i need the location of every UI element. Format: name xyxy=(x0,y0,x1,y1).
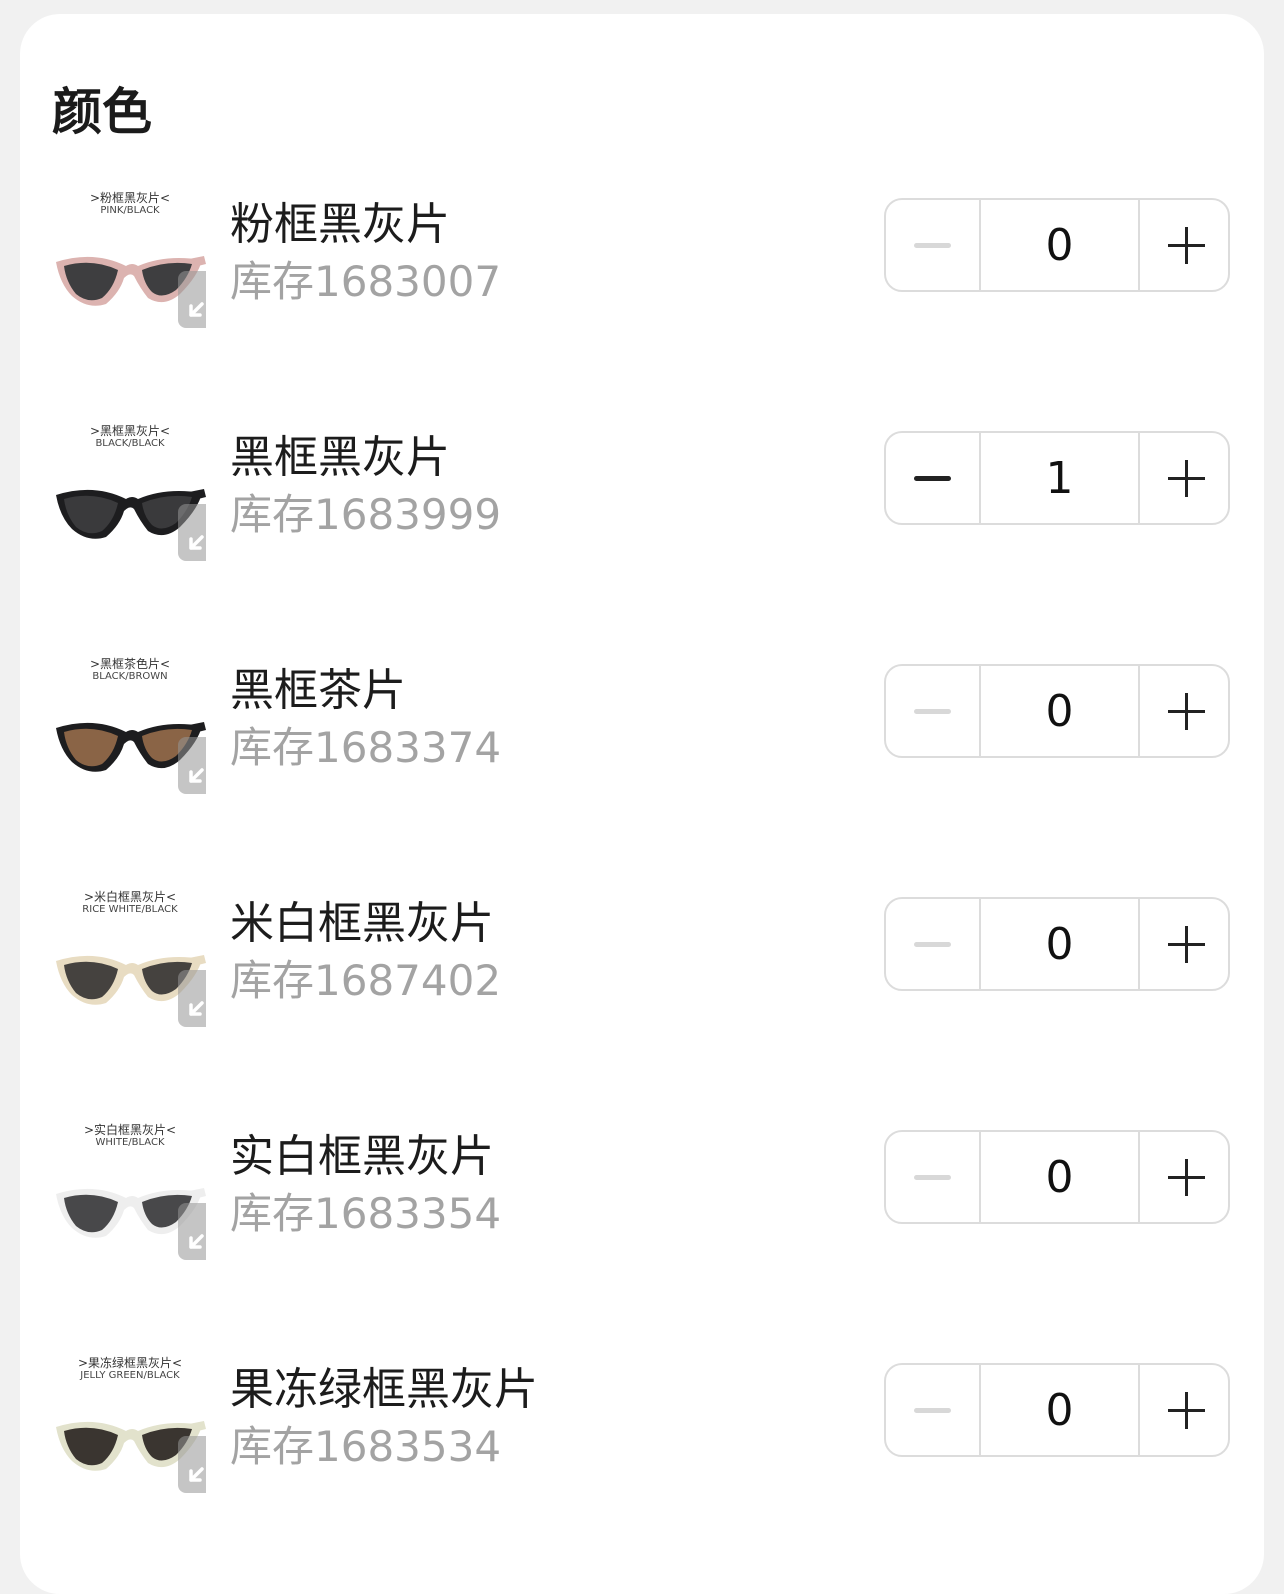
quantity-value[interactable]: 0 xyxy=(981,666,1138,756)
color-option-row: >米白框黑灰片< RICE WHITE/BLACK 米白框黑灰片 库存16874… xyxy=(20,885,1264,1045)
color-name: 黑框黑灰片 xyxy=(230,432,450,483)
increase-button[interactable] xyxy=(1138,666,1228,756)
quantity-stepper: 0 xyxy=(884,897,1230,991)
minus-icon xyxy=(914,709,951,714)
quantity-value[interactable]: 0 xyxy=(981,1132,1138,1222)
section-title: 颜色 xyxy=(52,83,152,141)
minus-icon xyxy=(914,1408,951,1413)
quantity-value[interactable]: 1 xyxy=(981,433,1138,523)
color-option-row: >实白框黑灰片< WHITE/BLACK 实白框黑灰片 库存1683354 0 xyxy=(20,1118,1264,1278)
color-name: 黑框茶片 xyxy=(230,665,406,716)
product-thumbnail[interactable]: >粉框黑灰片< PINK/BLACK xyxy=(54,186,206,336)
thumbnail-label-en: BLACK/BROWN xyxy=(92,671,168,682)
thumbnail-label-cn: >粉框黑灰片< xyxy=(89,191,171,205)
increase-button[interactable] xyxy=(1138,1132,1228,1222)
stock-count: 库存1683007 xyxy=(230,257,502,306)
minus-icon xyxy=(914,942,951,947)
increase-button[interactable] xyxy=(1138,433,1228,523)
thumbnail-label-cn: >果冻绿框黑灰片< xyxy=(77,1356,183,1370)
quantity-stepper: 0 xyxy=(884,664,1230,758)
expand-icon[interactable] xyxy=(178,970,206,1027)
expand-icon[interactable] xyxy=(178,1203,206,1260)
decrease-button[interactable] xyxy=(886,899,981,989)
decrease-button[interactable] xyxy=(886,1132,981,1222)
color-selection-card: 颜色 >粉框黑灰片< PINK/BLACK 粉框黑灰片 库存1683007 0 … xyxy=(20,14,1264,1594)
decrease-button[interactable] xyxy=(886,1365,981,1455)
color-name: 果冻绿框黑灰片 xyxy=(230,1364,538,1415)
expand-icon[interactable] xyxy=(178,504,206,561)
minus-icon xyxy=(914,476,951,481)
thumbnail-label-en: WHITE/BLACK xyxy=(95,1137,165,1148)
product-thumbnail[interactable]: >黑框茶色片< BLACK/BROWN xyxy=(54,652,206,802)
thumbnail-label-cn: >实白框黑灰片< xyxy=(83,1123,177,1137)
color-option-row: >黑框茶色片< BLACK/BROWN 黑框茶片 库存1683374 0 xyxy=(20,652,1264,812)
quantity-value[interactable]: 0 xyxy=(981,1365,1138,1455)
stock-count: 库存1683354 xyxy=(230,1189,502,1238)
thumbnail-label-en: JELLY GREEN/BLACK xyxy=(80,1370,180,1381)
increase-button[interactable] xyxy=(1138,200,1228,290)
color-name: 米白框黑灰片 xyxy=(230,898,494,949)
product-thumbnail[interactable]: >米白框黑灰片< RICE WHITE/BLACK xyxy=(54,885,206,1035)
decrease-button[interactable] xyxy=(886,433,981,523)
thumbnail-label-en: RICE WHITE/BLACK xyxy=(82,904,178,915)
quantity-stepper: 1 xyxy=(884,431,1230,525)
thumbnail-label-cn: >黑框茶色片< xyxy=(89,657,171,671)
stock-count: 库存1687402 xyxy=(230,956,502,1005)
thumbnail-label-cn: >米白框黑灰片< xyxy=(83,890,177,904)
expand-icon[interactable] xyxy=(178,1436,206,1493)
quantity-stepper: 0 xyxy=(884,1363,1230,1457)
expand-icon[interactable] xyxy=(178,271,206,328)
color-option-row: >黑框黑灰片< BLACK/BLACK 黑框黑灰片 库存1683999 1 xyxy=(20,419,1264,579)
minus-icon xyxy=(914,243,951,248)
color-option-row: >粉框黑灰片< PINK/BLACK 粉框黑灰片 库存1683007 0 xyxy=(20,186,1264,346)
thumbnail-label-en: BLACK/BLACK xyxy=(95,438,165,449)
thumbnail-label-en: PINK/BLACK xyxy=(100,205,160,216)
increase-button[interactable] xyxy=(1138,1365,1228,1455)
quantity-value[interactable]: 0 xyxy=(981,200,1138,290)
color-name: 实白框黑灰片 xyxy=(230,1131,494,1182)
quantity-stepper: 0 xyxy=(884,198,1230,292)
increase-button[interactable] xyxy=(1138,899,1228,989)
product-thumbnail[interactable]: >果冻绿框黑灰片< JELLY GREEN/BLACK xyxy=(54,1351,206,1501)
color-name: 粉框黑灰片 xyxy=(230,199,450,250)
expand-icon[interactable] xyxy=(178,737,206,794)
color-option-row: >果冻绿框黑灰片< JELLY GREEN/BLACK 果冻绿框黑灰片 库存16… xyxy=(20,1351,1264,1511)
decrease-button[interactable] xyxy=(886,200,981,290)
decrease-button[interactable] xyxy=(886,666,981,756)
stock-count: 库存1683534 xyxy=(230,1422,502,1471)
product-thumbnail[interactable]: >实白框黑灰片< WHITE/BLACK xyxy=(54,1118,206,1268)
product-thumbnail[interactable]: >黑框黑灰片< BLACK/BLACK xyxy=(54,419,206,569)
stock-count: 库存1683374 xyxy=(230,723,502,772)
quantity-value[interactable]: 0 xyxy=(981,899,1138,989)
quantity-stepper: 0 xyxy=(884,1130,1230,1224)
thumbnail-label-cn: >黑框黑灰片< xyxy=(89,424,171,438)
stock-count: 库存1683999 xyxy=(230,490,502,539)
minus-icon xyxy=(914,1175,951,1180)
